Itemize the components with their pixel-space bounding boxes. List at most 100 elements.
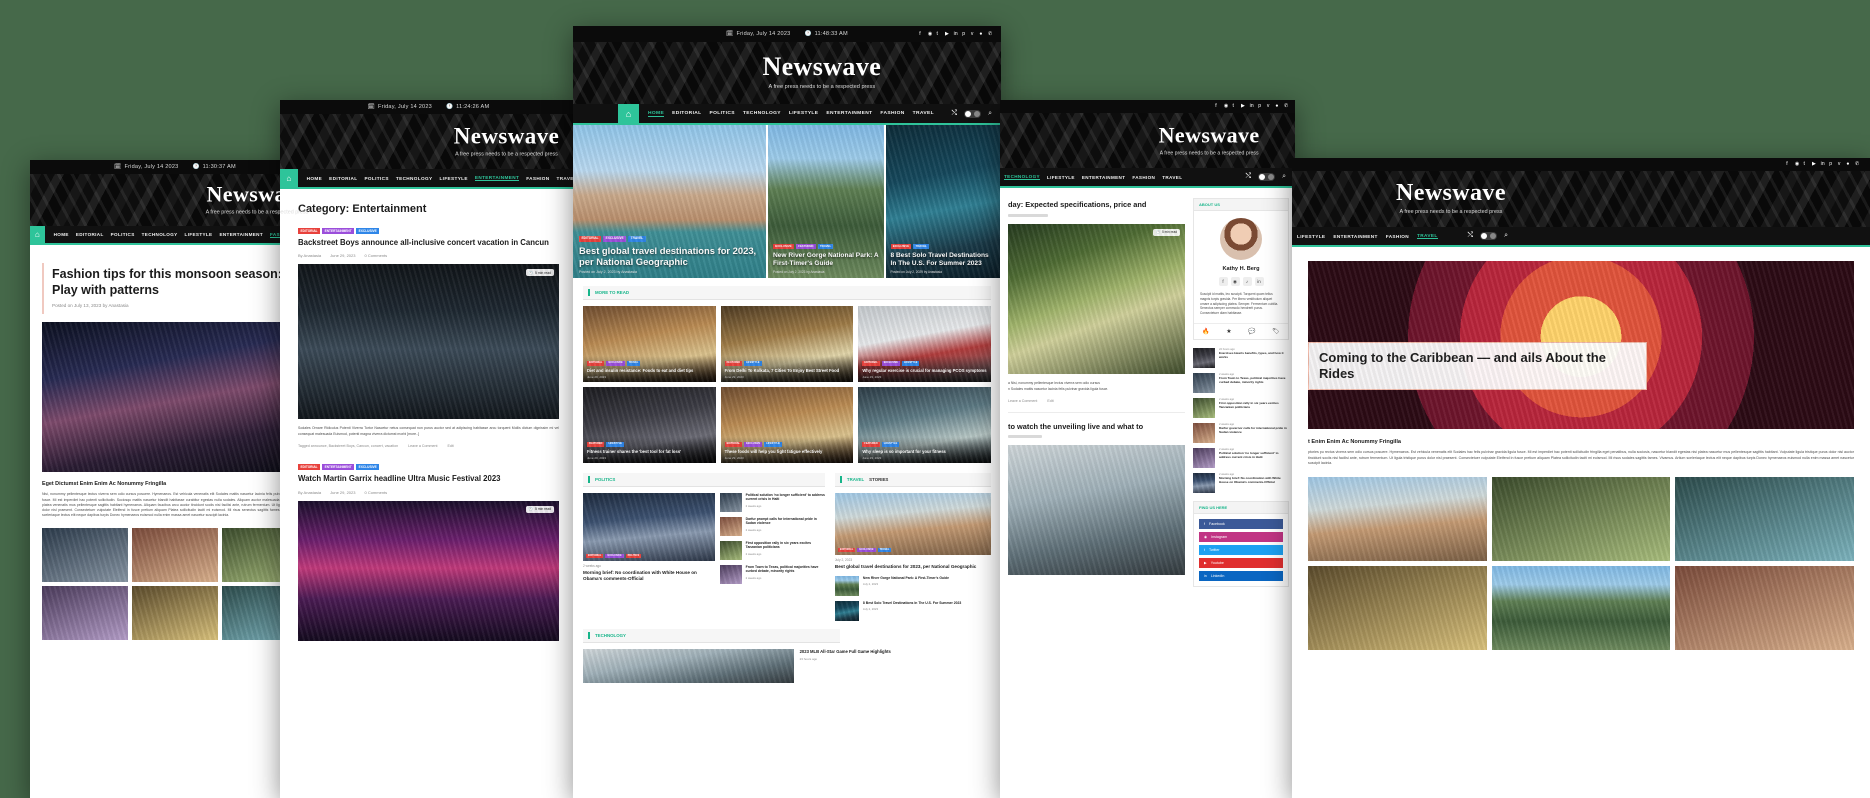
hero-card-secondary[interactable]: EXCLUSIVE FEATURED TRAVEL New River Gorg… — [766, 125, 884, 278]
vk-icon[interactable]: v — [1838, 162, 1843, 167]
post-author[interactable]: By Anastasia — [298, 253, 321, 258]
pinterest-icon[interactable]: p — [962, 31, 967, 37]
nav-item-technology[interactable]: TECHNOLOGY — [1004, 174, 1040, 180]
nav-item-technology[interactable]: TECHNOLOGY — [743, 111, 781, 116]
facebook-icon[interactable]: f — [919, 31, 924, 37]
gallery-image[interactable] — [1491, 476, 1671, 561]
home-icon[interactable]: ⌂ — [618, 104, 639, 123]
card-title[interactable]: These foods will help you fight fatigue … — [725, 449, 850, 454]
tiktok-icon[interactable]: ♪ — [1242, 277, 1252, 286]
list-item-title[interactable]: Darfur prompt calls for international pr… — [746, 517, 825, 526]
social-link-twitter[interactable]: t Twitter — [1199, 544, 1283, 555]
badge-editorial[interactable]: EDITORIAL — [862, 361, 880, 366]
social-icon-row[interactable]: f ◉ t ▶ in p v ● ✆ — [919, 31, 993, 37]
twitter-icon[interactable]: t — [1232, 104, 1237, 109]
badge-exclusive[interactable]: EXCLUSIVE — [773, 243, 794, 250]
twitter-icon[interactable]: t — [936, 31, 941, 37]
travel-lead-image[interactable]: EDITORIAL EXCLUSIVE TRAVEL — [834, 493, 991, 555]
nav-item-technology[interactable]: TECHNOLOGY — [142, 232, 178, 237]
shuffle-icon[interactable]: ⤭ — [951, 110, 957, 118]
youtube-icon[interactable]: ▶ — [1812, 162, 1817, 167]
badge-exclusive[interactable]: EXCLUSIVE — [603, 235, 627, 242]
dark-mode-toggle[interactable] — [964, 109, 982, 118]
nav-item-entertainment[interactable]: ENTERTAINMENT — [1333, 234, 1377, 239]
nav-item-politics[interactable]: POLITICS — [111, 232, 135, 237]
travel-list-item[interactable]: New River Gorge National Park: A First-T… — [834, 575, 991, 596]
badge-featured[interactable]: FEATURED — [795, 243, 816, 250]
travel-lead-title[interactable]: Best global travel destinations for 2023… — [835, 564, 991, 570]
nav-item-editorial[interactable]: EDITORIAL — [329, 176, 357, 181]
list-item-title[interactable]: First opposition rally in six years exci… — [1219, 401, 1289, 410]
nav-item-entertainment[interactable]: ENTERTAINMENT — [826, 111, 872, 116]
nav-item-fashion[interactable]: FASHION — [1132, 175, 1155, 180]
main-nav[interactable]: LIFESTYLE ENTERTAINMENT FASHION TRAVEL ⤭… — [1292, 227, 1870, 247]
post-image[interactable]: 🕐 5 min read — [298, 500, 559, 641]
badge-politics[interactable]: POLITICS — [625, 553, 642, 558]
badge-editorial[interactable]: EDITORIAL — [579, 235, 602, 242]
tag-icon[interactable]: 🏷 — [1272, 328, 1280, 335]
nav-item-home[interactable]: HOME — [54, 232, 69, 237]
badge-editorial[interactable]: EDITORIAL — [837, 547, 856, 552]
read-card[interactable]: EDITORIAL EXCLUSIVE LIFESTYLE Why regula… — [858, 306, 991, 382]
whatsapp-icon[interactable]: ✆ — [1284, 104, 1289, 109]
home-icon[interactable]: ⌂ — [30, 226, 45, 243]
nav-item-home[interactable]: HOME — [307, 176, 322, 181]
post-title[interactable]: Fashion tips for this monsoon season: Pl… — [52, 267, 308, 298]
read-card[interactable]: EDITORIAL EXCLUSIVE LIFESTYLE These food… — [720, 387, 854, 463]
linkedin-icon[interactable]: in — [1250, 104, 1255, 109]
list-item-title[interactable]: From Town to Texas, political majorities… — [746, 565, 825, 574]
nav-item-travel[interactable]: TRAVEL — [1417, 233, 1438, 239]
list-item[interactable]: 2 weeks ago Political solution 'no longe… — [1193, 447, 1289, 468]
gallery-image[interactable] — [132, 585, 218, 640]
list-item-title[interactable]: Political solution 'no longer sufficient… — [1219, 451, 1289, 460]
main-nav[interactable]: TECHNOLOGY LIFESTYLE ENTERTAINMENT FASHI… — [1000, 168, 1295, 188]
leave-comment-link[interactable]: Leave a Comment — [1008, 399, 1037, 403]
social-links-list[interactable]: f Facebook ◉ Instagram t Twitter ▶ Youtu… — [1194, 514, 1288, 586]
nav-item-politics[interactable]: POLITICS — [710, 111, 735, 116]
read-card[interactable]: EDITORIAL EXCLUSIVE TRAVEL Diet and insu… — [583, 306, 716, 382]
travel-list-item[interactable]: 8 Best Solo Travel Destinations In The U… — [834, 600, 991, 621]
user-icon[interactable]: ● — [1846, 162, 1851, 167]
badge-lifestyle[interactable]: LIFESTYLE — [744, 361, 762, 366]
window-homepage[interactable]: 🗓 Friday, July 14 2023 🕐 11:48:33 AM f ◉… — [573, 26, 1001, 798]
window-post-technology[interactable]: f ◉ t ▶ in p v ● ✆ Newswave A free press… — [1000, 100, 1295, 798]
badge-exclusive[interactable]: EXCLUSIVE — [605, 553, 624, 558]
read-card[interactable]: FEATURED LIFESTYLE From Delhi To Kolkata… — [720, 306, 854, 382]
badge-entertainment[interactable]: ENTERTAINMENT — [322, 228, 355, 235]
hero-title[interactable]: Best global travel destinations for 2023… — [579, 245, 760, 267]
gallery-image[interactable] — [1491, 565, 1671, 650]
star-icon[interactable]: ★ — [1226, 328, 1231, 335]
linkedin-icon[interactable]: in — [1254, 277, 1264, 286]
post-title[interactable]: day: Expected specifications, price and — [1008, 200, 1185, 210]
card-title[interactable]: Diet and insulin resistance: Foods to ea… — [587, 368, 712, 373]
gallery-image[interactable] — [1675, 476, 1854, 561]
post-tags[interactable]: Tagged announce, Backstreet Boys, Cancun… — [298, 444, 398, 448]
badge-editorial[interactable]: EDITORIAL — [586, 553, 604, 558]
nav-item-home[interactable]: HOME — [648, 111, 665, 117]
list-item[interactable]: 2 weeks ago From Town to Texas, politica… — [1193, 372, 1289, 393]
card-title[interactable]: Why sleep is so important for your fitne… — [862, 449, 987, 454]
badge-lifestyle[interactable]: LIFESTYLE — [881, 442, 900, 447]
gallery-image[interactable] — [1308, 565, 1487, 650]
technology-lead-image[interactable] — [583, 648, 794, 683]
instagram-icon[interactable]: ◉ — [928, 31, 933, 37]
search-icon[interactable]: ⌕ — [1282, 173, 1286, 181]
social-link-facebook[interactable]: f Facebook — [1199, 518, 1283, 529]
shuffle-icon[interactable]: ⤭ — [1245, 173, 1251, 181]
hero-card-tertiary[interactable]: EXCLUSIVE TRAVEL 8 Best Solo Travel Dest… — [883, 125, 1001, 278]
card-title[interactable]: From Delhi To Kolkata, 7 Cities To Enjoy… — [725, 368, 850, 373]
read-card[interactable]: FEATURED LIFESTYLE Fitness trainer share… — [583, 387, 716, 463]
badge-exclusive[interactable]: EXCLUSIVE — [606, 361, 625, 366]
window-post-caribbean[interactable]: f ◉ t ▶ in p v ● ✆ Newswave A free press… — [1292, 158, 1870, 798]
facebook-icon[interactable]: f — [1786, 162, 1791, 167]
list-item-title[interactable]: 8 Best Solo Travel Destinations In The U… — [863, 601, 991, 605]
nav-item-entertainment[interactable]: ENTERTAINMENT — [474, 175, 520, 181]
author-socials[interactable]: f ◉ ♪ in — [1200, 277, 1282, 286]
post-author[interactable]: By Anastasia — [298, 490, 321, 495]
badge-exclusive[interactable]: EXCLUSIVE — [356, 228, 380, 235]
instagram-icon[interactable]: ◉ — [1224, 104, 1229, 109]
user-icon[interactable]: ● — [1275, 104, 1280, 109]
post-comments[interactable]: 0 Comments — [364, 253, 387, 258]
badge-exclusive[interactable]: EXCLUSIVE — [857, 547, 876, 552]
hero-card-main[interactable]: EDITORIAL EXCLUSIVE TRAVEL Best global t… — [573, 125, 766, 278]
